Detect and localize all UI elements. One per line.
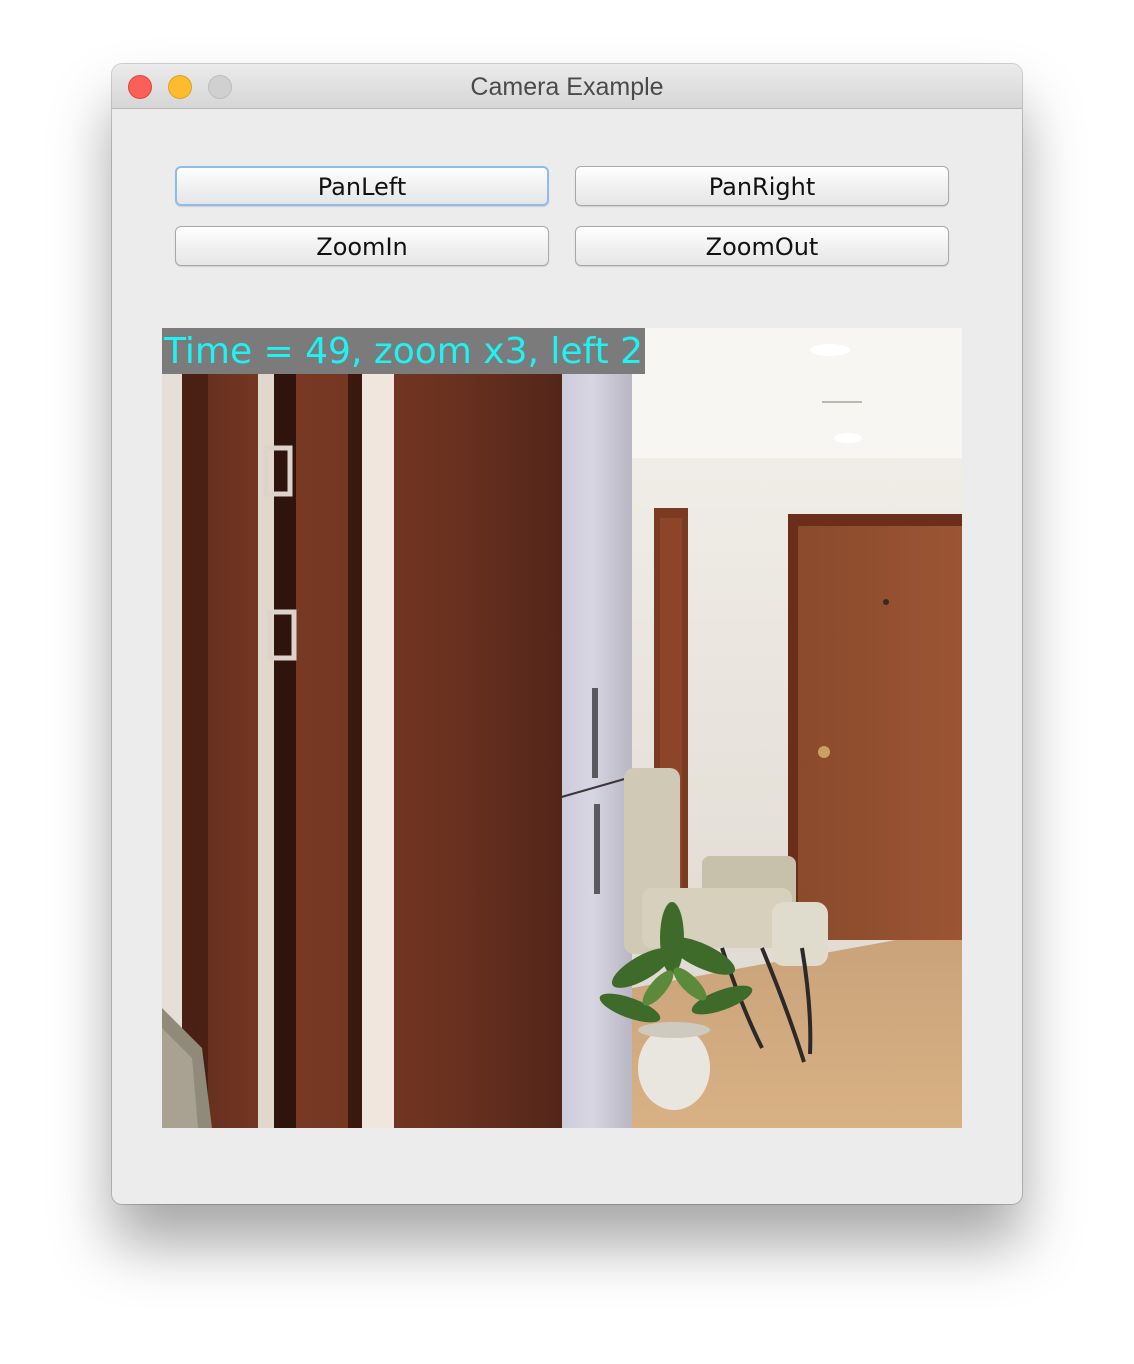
pan-left-button[interactable]: PanLeft bbox=[175, 166, 549, 206]
zoom-out-button[interactable]: ZoomOut bbox=[575, 226, 949, 266]
pan-right-button[interactable]: PanRight bbox=[575, 166, 949, 206]
zoom-in-button[interactable]: ZoomIn bbox=[175, 226, 549, 266]
camera-view: Time = 49, zoom x3, left 2 bbox=[162, 328, 962, 1128]
app-window: Camera Example PanLeft PanRight ZoomIn Z… bbox=[112, 64, 1022, 1204]
camera-image bbox=[162, 328, 962, 1128]
window-title: Camera Example bbox=[470, 73, 664, 101]
title-bar[interactable]: Camera Example bbox=[112, 64, 1022, 109]
camera-overlay-text: Time = 49, zoom x3, left 2 bbox=[162, 328, 646, 374]
